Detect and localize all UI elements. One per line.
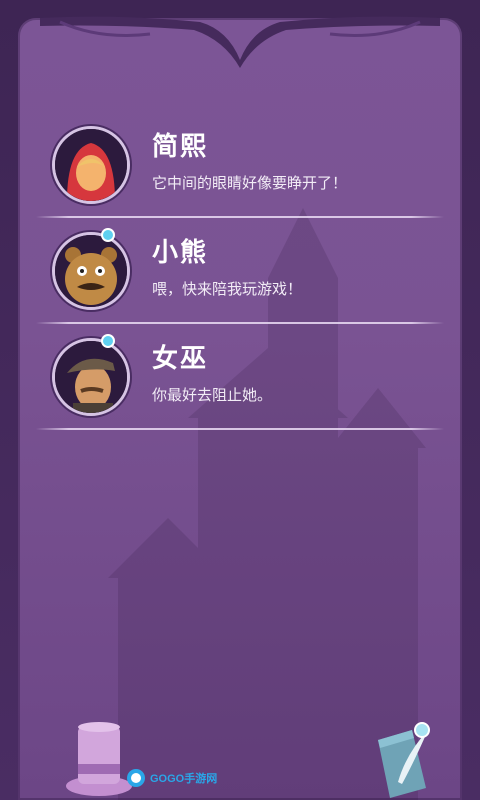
sender-name: 小熊: [152, 238, 209, 268]
scroll-quill-icon[interactable]: [368, 718, 438, 800]
message-text: 你最好去阻止她。: [152, 386, 273, 404]
watermark: GOGO手游网: [126, 767, 226, 791]
top-hat-icon[interactable]: [64, 718, 134, 800]
message-row-1[interactable]: 简熙 它中间的眼睛好像要睁开了！: [18, 112, 462, 218]
message-text: 它中间的眼睛好像要睁开了！: [152, 174, 348, 192]
watermark-logo-icon: [127, 769, 145, 787]
row-divider: [36, 428, 444, 430]
avatar-red-hood-girl: [52, 126, 130, 204]
watermark-text: GOGO手游网: [150, 773, 218, 785]
message-row-3[interactable]: 女巫 你最好去阻止她。: [18, 324, 462, 430]
notification-dot: [101, 228, 115, 242]
sender-name: 简熙: [152, 132, 209, 162]
avatar-man-in-cap: [52, 338, 130, 416]
top-ornament: [40, 16, 440, 69]
message-text: 喂，快来陪我玩游戏！: [152, 280, 303, 298]
sender-name: 女巫: [152, 344, 209, 374]
notification-dot: [101, 334, 115, 348]
message-row-2[interactable]: 小熊 喂，快来陪我玩游戏！: [18, 218, 462, 324]
avatar-bear: [52, 232, 130, 310]
